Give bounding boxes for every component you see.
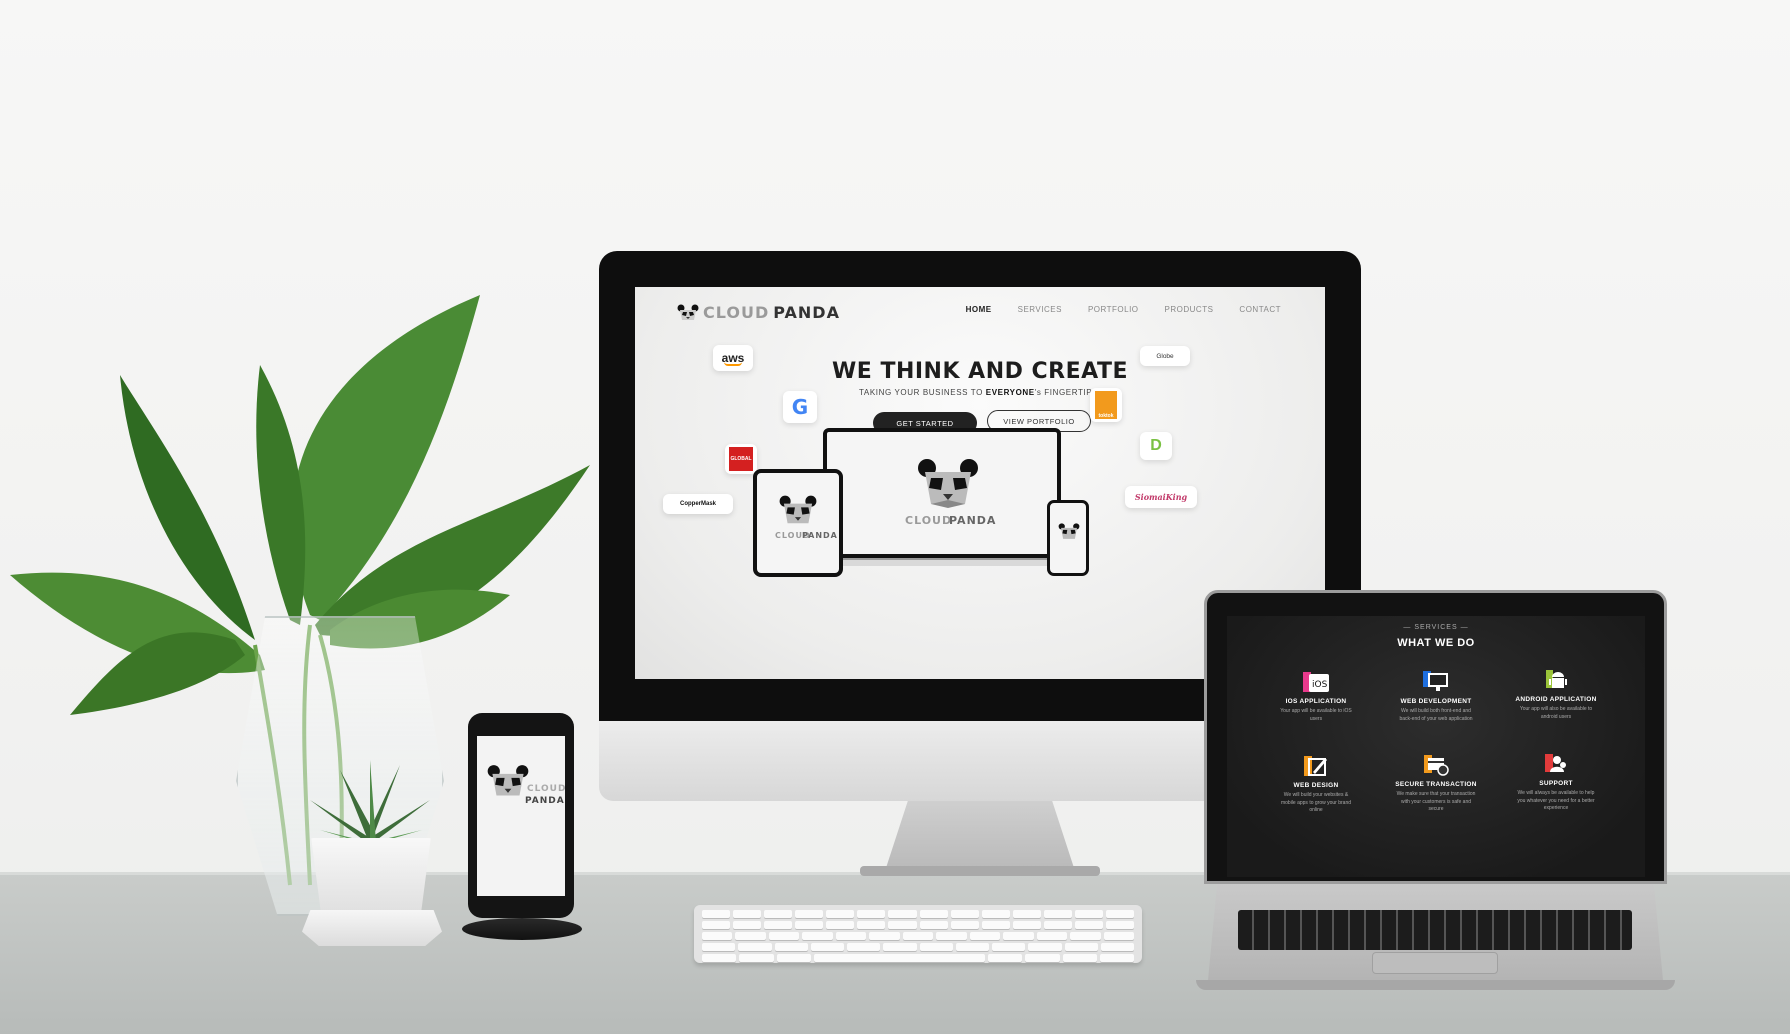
service-desc: We will build both front-end and back-en…	[1399, 708, 1473, 722]
toktok-text: toktok	[1095, 391, 1117, 419]
nav-services[interactable]: SERVICES	[1018, 305, 1062, 314]
panda-head-icon	[487, 765, 529, 796]
services-title: WHAT WE DO	[1397, 637, 1475, 649]
service-desc: We will build your websites & mobile app…	[1280, 792, 1352, 813]
hero-phone-mockup	[1047, 500, 1089, 576]
nav-products[interactable]: PRODUCTS	[1165, 305, 1214, 314]
pot-tray	[302, 910, 442, 946]
laptop-brand-panda: PANDA	[949, 514, 997, 527]
service-support[interactable]: SUPPORT We will always be available to h…	[1506, 752, 1606, 813]
service-name: ANDROID APPLICATION	[1515, 696, 1597, 703]
service-name: SECURE TRANSACTION	[1395, 781, 1477, 788]
nav-contact[interactable]: CONTACT	[1239, 305, 1281, 314]
global-text: GLOBAL	[729, 447, 753, 471]
service-desc: Your app will be available to iOS users	[1280, 708, 1352, 722]
hero-subtitle: TAKING YOUR BUSINESS TO EVERYONE's FINGE…	[635, 388, 1325, 397]
logo-text-panda: PANDA	[773, 303, 840, 322]
service-name: IOS APPLICATION	[1285, 698, 1347, 705]
laptop-brand-cloud: CLOUD	[905, 514, 953, 527]
service-secure-transaction[interactable]: SECURE TRANSACTION We make sure that you…	[1386, 753, 1486, 814]
service-web-development[interactable]: WEB DEVELOPMENT We will build both front…	[1386, 670, 1486, 723]
logo-text-cloud: CLOUD	[703, 303, 770, 322]
service-desc: Your app will also be available to andro…	[1519, 706, 1593, 720]
imac-stand	[885, 801, 1075, 871]
phone-brand-cloud: CLOUD	[527, 784, 567, 794]
monitor-icon	[1423, 670, 1449, 694]
macbook-keyboard	[1238, 910, 1632, 950]
client-logo-siomaiking: SiomaiKing	[1125, 486, 1197, 508]
svg-text:iOS: iOS	[1312, 680, 1328, 690]
service-desc: We make sure that your transaction with …	[1396, 791, 1476, 812]
hero-laptop-base	[811, 558, 1073, 566]
nav-portfolio[interactable]: PORTFOLIO	[1088, 305, 1139, 314]
services-kicker: — SERVICES —	[1403, 624, 1469, 631]
service-name: WEB DEVELOPMENT	[1400, 698, 1472, 705]
hero-laptop-mockup: CLOUD PANDA	[823, 428, 1061, 558]
site-logo[interactable]: CLOUD PANDA	[677, 303, 840, 322]
service-ios[interactable]: iOS IOS APPLICATION Your app will be ava…	[1266, 670, 1366, 723]
support-icon	[1543, 752, 1569, 776]
keyboard	[694, 905, 1142, 963]
imac-foot	[860, 866, 1100, 876]
plant-pot	[311, 838, 431, 918]
hero-subtitle-bold: EVERYONE	[985, 388, 1035, 397]
android-icon	[1543, 668, 1569, 692]
macbook-trackpad	[1372, 952, 1498, 974]
client-logo-global: GLOBAL	[725, 444, 757, 474]
tablet-brand-panda: PANDA	[802, 531, 838, 540]
client-logo-google: G	[783, 391, 817, 423]
ios-icon: iOS	[1303, 670, 1329, 694]
client-logo-toktok: toktok	[1090, 388, 1122, 422]
phone-brand-panda: PANDA	[525, 796, 565, 806]
design-icon	[1303, 754, 1329, 778]
succulent	[310, 760, 430, 845]
nav-home[interactable]: HOME	[966, 305, 992, 314]
panda-head-icon	[779, 495, 817, 524]
aws-smile-icon	[724, 362, 742, 366]
secure-icon	[1423, 753, 1449, 777]
macbook-front-edge	[1196, 980, 1675, 990]
hero-subtitle-pre: TAKING YOUR BUSINESS TO	[859, 388, 986, 397]
panda-head-icon	[918, 459, 978, 508]
service-web-design[interactable]: WEB DESIGN We will build your websites &…	[1266, 754, 1366, 815]
client-logo-d: D	[1140, 432, 1172, 460]
client-logo-aws: aws	[713, 345, 753, 371]
service-name: SUPPORT	[1539, 780, 1573, 787]
service-name: WEB DESIGN	[1293, 782, 1339, 789]
macbook-screen: — SERVICES — WHAT WE DO iOS IOS APPLICAT…	[1227, 616, 1645, 877]
client-logo-globe: Globe	[1140, 346, 1190, 366]
panda-head-icon	[1058, 523, 1080, 539]
hero-tablet-mockup: CLOUD PANDA	[753, 469, 843, 577]
client-logo-coppermask: CopperMask	[663, 494, 733, 514]
iphone-screen: CLOUD PANDA	[477, 736, 565, 896]
service-android[interactable]: ANDROID APPLICATION Your app will also b…	[1506, 668, 1606, 721]
phone-dock	[462, 918, 582, 940]
panda-logo-icon	[677, 304, 699, 320]
site-nav: HOME SERVICES PORTFOLIO PRODUCTS CONTACT	[966, 305, 1281, 314]
service-desc: We will always be available to help you …	[1517, 790, 1595, 811]
